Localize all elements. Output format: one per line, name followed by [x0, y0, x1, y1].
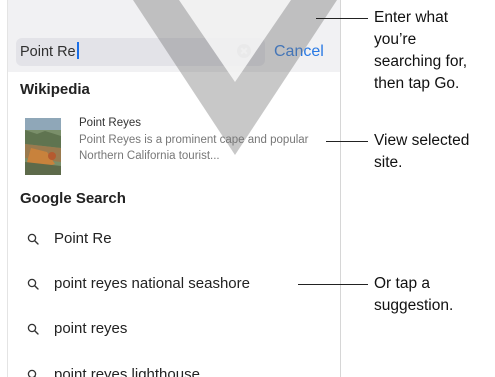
- search-icon: [27, 278, 39, 290]
- search-icon: [27, 369, 37, 377]
- cancel-button[interactable]: Cancel: [274, 40, 324, 64]
- suggestion-label: point reyes national seashore: [54, 275, 250, 292]
- suggestion-item[interactable]: Point Re: [8, 228, 340, 250]
- wikipedia-result-description: Point Reyes is a prominent cape and popu…: [79, 134, 309, 162]
- search-icon: [27, 233, 39, 245]
- section-header-wikipedia: Wikipedia: [20, 81, 90, 98]
- callout-search-instructions: Enter what you’re searching for, then ta…: [374, 9, 468, 92]
- landscape-photo-icon: [25, 118, 61, 175]
- safari-search-panel: Point Re Cancel Wikipedia Point Reyes Po…: [7, 0, 341, 377]
- suggestion-item[interactable]: point reyes: [8, 318, 340, 340]
- search-bar: Point Re Cancel: [8, 0, 340, 72]
- clear-icon[interactable]: [237, 44, 251, 58]
- suggestion-item[interactable]: point reyes national seashore: [8, 273, 340, 295]
- callout-leader-line: [326, 141, 368, 142]
- suggestion-item[interactable]: point reyes lighthouse: [8, 364, 340, 377]
- callout-leader-line: [298, 284, 368, 285]
- suggestion-label: point reyes lighthouse: [54, 366, 200, 377]
- wikipedia-result-title: Point Reyes: [79, 117, 142, 129]
- callout-view-site: View selected site.: [374, 132, 470, 171]
- callout-tap-suggestion: Or tap a suggestion.: [374, 275, 454, 314]
- suggestion-label: point reyes: [54, 320, 128, 337]
- search-query-value: Point Re: [20, 44, 76, 60]
- callout-leader-line: [316, 18, 368, 19]
- search-query-text[interactable]: Point Re: [20, 40, 79, 64]
- text-caret: [76, 42, 79, 59]
- suggestion-label: Point Re: [54, 230, 112, 247]
- search-icon: [27, 323, 39, 335]
- section-header-google: Google Search: [20, 190, 126, 207]
